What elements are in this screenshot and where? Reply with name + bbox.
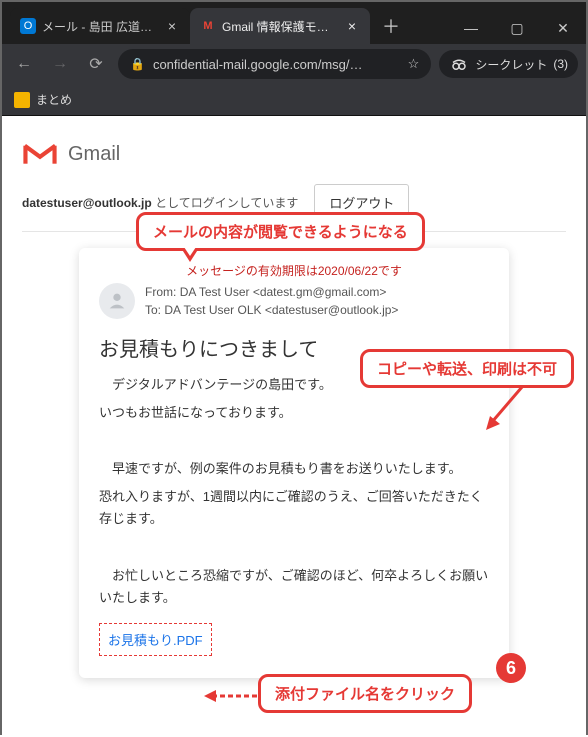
tab-title: Gmail 情報保護モード	[222, 18, 338, 35]
outlook-favicon-icon: O	[20, 18, 36, 34]
annotation-callout: コピーや転送、印刷は不可	[360, 349, 574, 388]
message-card: メッセージの有効期限は2020/06/22です From: DA Test Us…	[79, 248, 509, 678]
message-body: デジタルアドバンテージの島田です。 いつもお世話になっております。 早速ですが、…	[99, 374, 489, 609]
tab-strip: O メール - 島田 広道参 - … × M Gmail 情報保護モード × ＋	[2, 8, 448, 44]
tab-outlook[interactable]: O メール - 島田 広道参 - … ×	[10, 8, 190, 44]
back-button[interactable]: ←	[10, 50, 38, 78]
login-status: datestuser@outlook.jp としてログインしています	[22, 194, 298, 211]
lock-icon: 🔒	[130, 57, 145, 71]
tab-title: メール - 島田 広道参 - …	[42, 18, 158, 35]
incognito-indicator[interactable]: シークレット (3)	[439, 50, 578, 78]
new-tab-button[interactable]: ＋	[370, 8, 412, 44]
forward-button[interactable]: →	[46, 50, 74, 78]
incognito-label: シークレット	[475, 56, 547, 73]
gmail-title: Gmail	[68, 143, 120, 166]
reload-button[interactable]: ⟳	[82, 50, 110, 78]
tab-gmail-confidential[interactable]: M Gmail 情報保護モード ×	[190, 8, 370, 44]
expiration-notice: メッセージの有効期限は2020/06/22です	[99, 262, 489, 279]
from-line: From: DA Test User <datest.gm@gmail.com>	[145, 283, 398, 301]
incognito-icon	[449, 54, 469, 74]
close-window-button[interactable]: ✕	[540, 12, 586, 44]
close-icon[interactable]: ×	[344, 18, 360, 34]
gmail-logo-icon	[22, 140, 58, 168]
annotation-callout: メールの内容が閲覧できるようになる	[136, 212, 425, 251]
maximize-button[interactable]: ▢	[494, 12, 540, 44]
bookmark-item[interactable]: まとめ	[14, 91, 72, 108]
annotation-arrow-icon	[482, 382, 532, 432]
annotation-arrow-icon	[202, 685, 262, 707]
gmail-favicon-icon: M	[200, 18, 216, 34]
avatar-icon	[99, 283, 135, 319]
bookmark-star-icon[interactable]: ☆	[408, 56, 420, 72]
address-bar[interactable]: 🔒 confidential-mail.google.com/msg/… ☆	[118, 49, 431, 79]
step-badge: 6	[496, 653, 526, 683]
attachment-area: お見積もり.PDF	[99, 623, 489, 656]
annotation-callout: 添付ファイル名をクリック	[258, 674, 472, 713]
minimize-button[interactable]: —	[448, 12, 494, 44]
attachment-link[interactable]: お見積もり.PDF	[99, 623, 212, 656]
bookmark-label: まとめ	[36, 91, 72, 108]
incognito-count: (3)	[553, 57, 568, 71]
folder-icon	[14, 92, 30, 108]
to-line: To: DA Test User OLK <datestuser@outlook…	[145, 301, 398, 319]
url-text: confidential-mail.google.com/msg/…	[153, 57, 400, 72]
close-icon[interactable]: ×	[164, 18, 180, 34]
